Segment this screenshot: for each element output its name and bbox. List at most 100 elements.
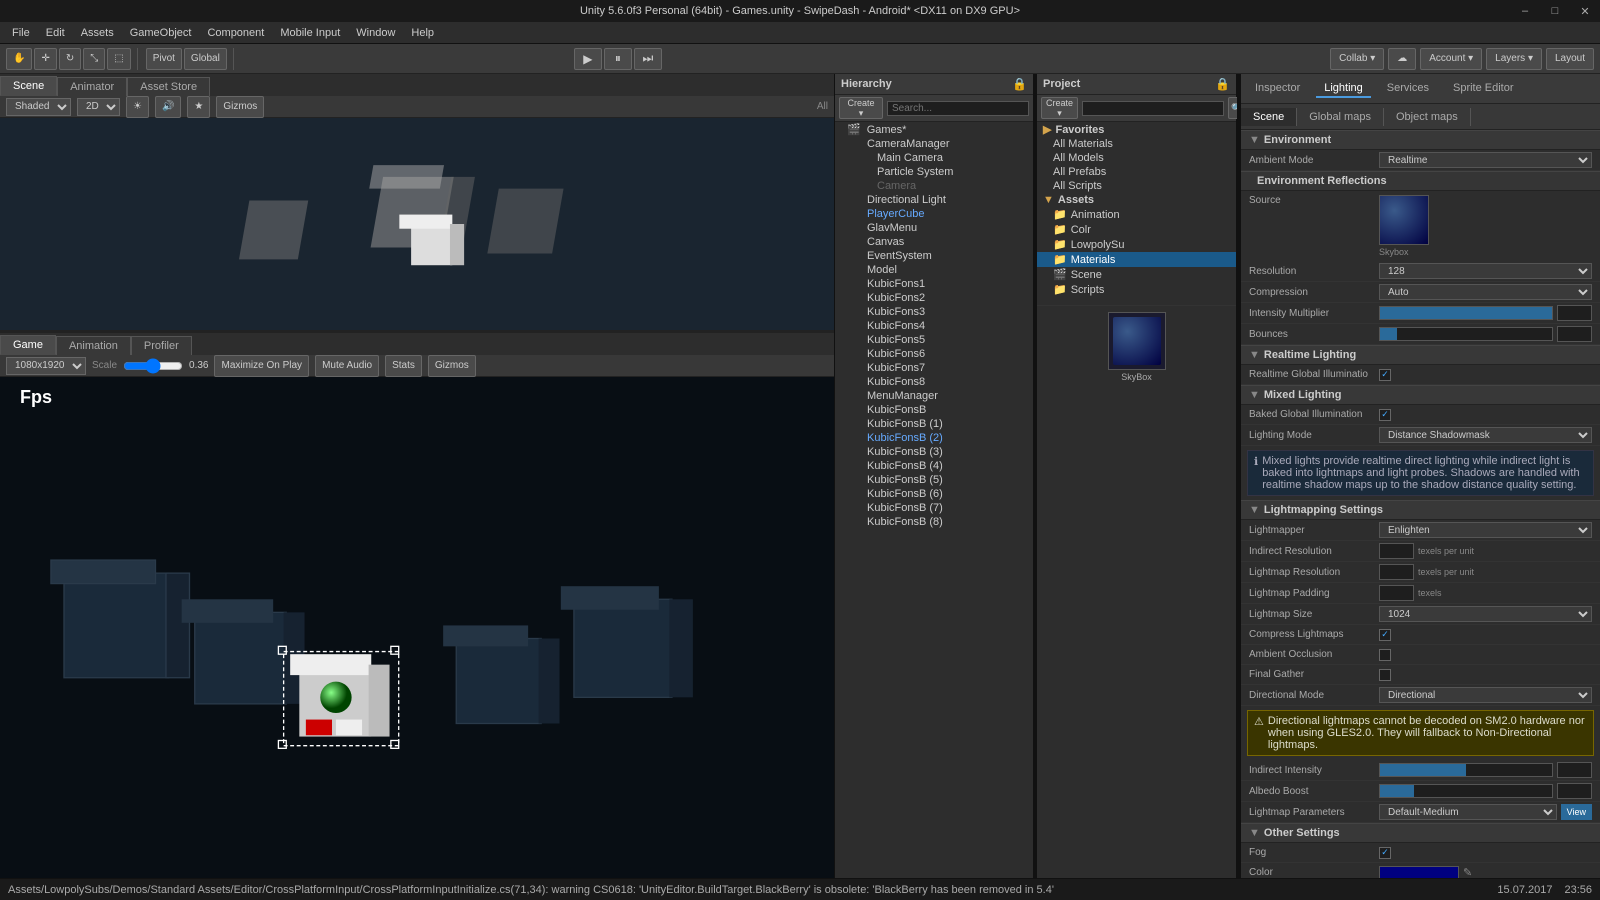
hier-item-20[interactable]: KubicFonsB <box>835 403 1033 417</box>
lowpolysu-folder[interactable]: 📁 LowpolySu <box>1037 237 1236 252</box>
mute-audio-btn[interactable]: Mute Audio <box>315 355 379 377</box>
mixed-lighting-header[interactable]: ▼ Mixed Lighting <box>1241 385 1600 405</box>
maximize-button[interactable]: □ <box>1540 0 1570 22</box>
hier-item-10[interactable]: Model <box>835 263 1033 277</box>
hier-item-11[interactable]: KubicFons1 <box>835 277 1033 291</box>
cloud-button[interactable]: ☁ <box>1388 48 1416 70</box>
asset-store-tab[interactable]: Asset Store <box>127 77 210 96</box>
scale-tool[interactable]: ⤡ <box>83 48 105 70</box>
hier-item-7[interactable]: GlavMenu <box>835 221 1033 235</box>
layout-button[interactable]: Layout <box>1546 48 1594 70</box>
directional-select[interactable]: Directional <box>1379 687 1592 703</box>
hier-item-5[interactable]: Directional Light <box>835 193 1033 207</box>
move-tool[interactable]: ✛ <box>34 48 56 70</box>
environment-section-header[interactable]: ▼ Environment <box>1241 130 1600 150</box>
resolution-select[interactable]: 1080x1920 <box>6 357 86 375</box>
ambient-mode-select[interactable]: Realtime <box>1379 152 1592 168</box>
create-button[interactable]: Create ▾ <box>839 97 883 119</box>
materials-folder[interactable]: 📁 Materials <box>1037 252 1236 267</box>
global-button[interactable]: Global <box>184 48 227 70</box>
hier-item-1[interactable]: CameraManager <box>835 137 1033 151</box>
project-lock-icon[interactable]: 🔒 <box>1215 77 1230 91</box>
favorites-folder[interactable]: ▶ Favorites <box>1037 122 1236 137</box>
menu-edit[interactable]: Edit <box>38 25 73 41</box>
scene-audio-btn[interactable]: 🔊 <box>155 96 181 118</box>
scene-item[interactable]: 🎬 Scene <box>1037 267 1236 282</box>
game-gizmos-btn[interactable]: Gizmos <box>428 355 476 377</box>
lightmap-padding-input[interactable]: 2 <box>1379 585 1414 601</box>
lightmap-size-select[interactable]: 1024 <box>1379 606 1592 622</box>
game-viewport[interactable]: Fps <box>0 377 834 900</box>
resolution-select-inp[interactable]: 128 <box>1379 263 1592 279</box>
hier-item-12[interactable]: KubicFons2 <box>835 291 1033 305</box>
other-settings-header[interactable]: ▼ Other Settings <box>1241 823 1600 843</box>
hier-item-23[interactable]: KubicFonsB (3) <box>835 445 1033 459</box>
hier-item-28[interactable]: KubicFonsB (8) <box>835 515 1033 529</box>
project-create-btn[interactable]: Create ▾ <box>1041 97 1078 119</box>
all-scripts-item[interactable]: All Scripts <box>1037 179 1236 193</box>
indirect-intensity-num[interactable]: 1 <box>1557 762 1592 778</box>
step-button[interactable]: ⏭ <box>634 48 662 70</box>
assets-folder[interactable]: ▼ Assets <box>1037 193 1236 207</box>
final-gather-checkbox[interactable] <box>1379 669 1391 681</box>
scale-slider[interactable] <box>123 358 183 374</box>
hier-item-25[interactable]: KubicFonsB (5) <box>835 473 1033 487</box>
sprite-editor-tab-btn[interactable]: Sprite Editor <box>1445 80 1522 98</box>
account-button[interactable]: Account ▾ <box>1420 48 1482 70</box>
hand-tool[interactable]: ✋ <box>6 48 32 70</box>
bounces-slider[interactable] <box>1379 327 1553 341</box>
maximize-play-btn[interactable]: Maximize On Play <box>214 355 309 377</box>
colr-folder[interactable]: 📁 Colr <box>1037 222 1236 237</box>
menu-mobileinput[interactable]: Mobile Input <box>272 25 348 41</box>
hier-item-21[interactable]: KubicFonsB (1) <box>835 417 1033 431</box>
hier-item-18[interactable]: KubicFons8 <box>835 375 1033 389</box>
hier-item-6[interactable]: PlayerCube <box>835 207 1033 221</box>
indirect-res-input[interactable]: 2 <box>1379 543 1414 559</box>
indirect-intensity-slider[interactable] <box>1379 763 1553 777</box>
pivot-button[interactable]: Pivot <box>146 48 182 70</box>
all-models-item[interactable]: All Models <box>1037 151 1236 165</box>
scene-effects-btn[interactable]: ★ <box>187 96 210 118</box>
gizmos-btn[interactable]: Gizmos <box>216 96 264 118</box>
stats-btn[interactable]: Stats <box>385 355 422 377</box>
project-search[interactable] <box>1082 101 1224 116</box>
albedo-boost-num[interactable]: 1 <box>1557 783 1592 799</box>
lightmap-res-input[interactable]: 40 <box>1379 564 1414 580</box>
dimension-select[interactable]: 2D <box>77 98 120 116</box>
hier-item-22[interactable]: KubicFonsB (2) <box>835 431 1033 445</box>
minimize-button[interactable]: – <box>1510 0 1540 22</box>
layers-button[interactable]: Layers ▾ <box>1486 48 1542 70</box>
intensity-slider[interactable] <box>1379 306 1553 320</box>
global-maps-subtab[interactable]: Global maps <box>1297 108 1384 126</box>
hier-item-8[interactable]: Canvas <box>835 235 1033 249</box>
game-tab[interactable]: Game <box>0 335 56 355</box>
view-button[interactable]: View <box>1561 804 1592 820</box>
menu-assets[interactable]: Assets <box>73 25 122 41</box>
hier-item-3[interactable]: Particle System <box>835 165 1033 179</box>
hier-item-17[interactable]: KubicFons7 <box>835 361 1033 375</box>
hier-item-9[interactable]: EventSystem <box>835 249 1033 263</box>
animation-tab[interactable]: Animation <box>56 336 131 355</box>
hier-item-24[interactable]: KubicFonsB (4) <box>835 459 1033 473</box>
scripts-folder[interactable]: 📁 Scripts <box>1037 282 1236 297</box>
hier-item-15[interactable]: KubicFons5 <box>835 333 1033 347</box>
play-button[interactable]: ▶ <box>574 48 602 70</box>
scene-tab[interactable]: Scene <box>0 76 57 96</box>
hier-item-19[interactable]: MenuManager <box>835 389 1033 403</box>
menu-gameobject[interactable]: GameObject <box>122 25 200 41</box>
rotate-tool[interactable]: ↻ <box>59 48 81 70</box>
rect-tool[interactable]: ⬚ <box>107 48 130 70</box>
bounces-number[interactable]: 1 <box>1557 326 1592 342</box>
shading-select[interactable]: Shaded <box>6 98 71 116</box>
occlusion-checkbox[interactable] <box>1379 649 1391 661</box>
intensity-number[interactable]: 1 <box>1557 305 1592 321</box>
menu-help[interactable]: Help <box>403 25 442 41</box>
all-prefabs-item[interactable]: All Prefabs <box>1037 165 1236 179</box>
scene-viewport[interactable] <box>0 118 834 330</box>
hierarchy-lock-icon[interactable]: 🔒 <box>1012 77 1027 91</box>
hierarchy-search[interactable] <box>887 101 1029 116</box>
scene-subtab[interactable]: Scene <box>1241 108 1297 126</box>
scene-lights-btn[interactable]: ☀ <box>126 96 149 118</box>
source-skybox-thumb[interactable] <box>1379 195 1429 245</box>
compress-checkbox[interactable]: ✓ <box>1379 629 1391 641</box>
